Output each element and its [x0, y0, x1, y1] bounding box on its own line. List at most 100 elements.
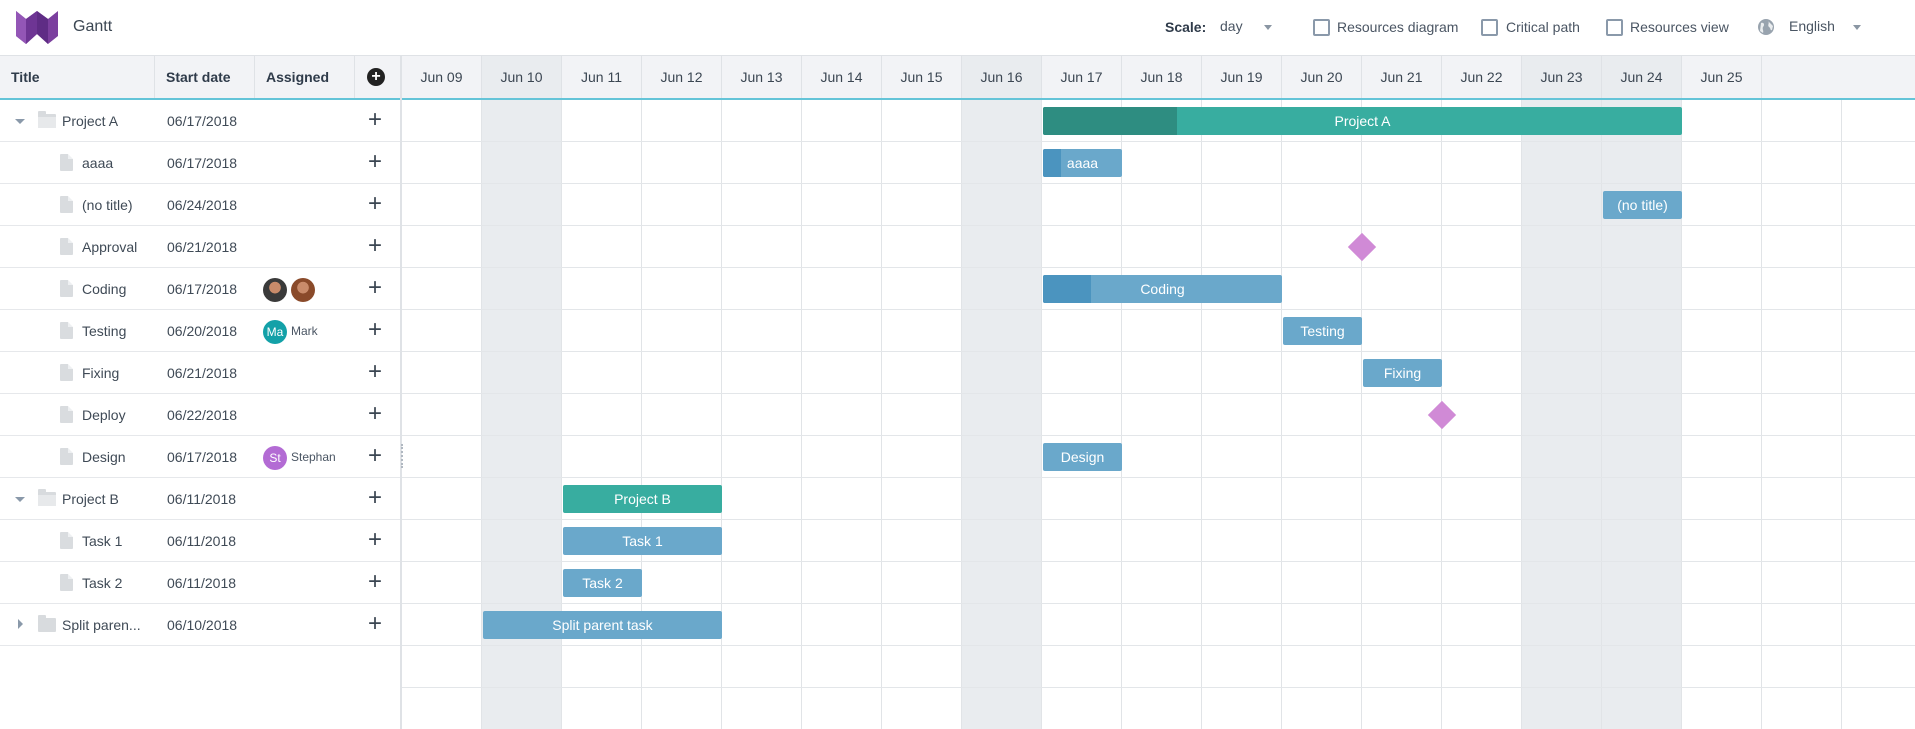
project-bar[interactable]: Project A: [1043, 107, 1682, 135]
add-subtask-icon[interactable]: +: [368, 444, 382, 468]
table-row[interactable]: (no title) 06/24/2018 +: [0, 184, 400, 226]
avatar: Ma: [263, 320, 287, 344]
task-start-date: 06/21/2018: [167, 365, 238, 381]
globe-icon: [1758, 19, 1774, 35]
row-gridline: [402, 225, 1915, 226]
row-gridline: [402, 561, 1915, 562]
add-subtask-icon[interactable]: +: [368, 486, 382, 510]
table-row[interactable]: Deploy 06/22/2018 +: [0, 394, 400, 436]
chevron-down-icon[interactable]: [1264, 25, 1272, 30]
task-bar[interactable]: Testing: [1283, 317, 1362, 345]
timeline-day-header: Jun 09: [402, 56, 482, 98]
add-subtask-icon[interactable]: +: [368, 528, 382, 552]
add-subtask-icon[interactable]: +: [368, 612, 382, 636]
timeline-column: [402, 100, 482, 729]
timeline-day-header: Jun 19: [1202, 56, 1282, 98]
file-icon: [60, 154, 73, 171]
task-start-date: 06/11/2018: [167, 575, 237, 591]
task-bar[interactable]: Fixing: [1363, 359, 1442, 387]
add-subtask-icon[interactable]: +: [368, 108, 382, 132]
task-start-date: 06/17/2018: [167, 281, 238, 297]
add-subtask-icon[interactable]: +: [368, 276, 382, 300]
column-header-start-date[interactable]: Start date: [155, 56, 255, 98]
folder-open-icon: [38, 111, 56, 128]
bar-label: Fixing: [1383, 365, 1422, 381]
table-row[interactable]: Approval 06/21/2018 +: [0, 226, 400, 268]
resources-view-label[interactable]: Resources view: [1630, 19, 1729, 35]
resources-diagram-label[interactable]: Resources diagram: [1337, 19, 1458, 35]
collapse-arrow-icon[interactable]: [15, 119, 25, 124]
resources-diagram-checkbox[interactable]: [1313, 19, 1330, 36]
task-title: Project A: [62, 113, 119, 129]
add-subtask-icon[interactable]: +: [368, 402, 382, 426]
timeline-day-header: Jun 13: [722, 56, 802, 98]
task-bar[interactable]: Task 1: [563, 527, 722, 555]
add-subtask-icon[interactable]: +: [368, 360, 382, 384]
timeline-day-header: Jun 12: [642, 56, 722, 98]
task-bar[interactable]: Task 2: [563, 569, 642, 597]
column-header-title[interactable]: Title: [0, 56, 155, 98]
timeline-day-header: Jun 18: [1122, 56, 1202, 98]
timeline-day-header: Jun 11: [562, 56, 642, 98]
expand-arrow-icon[interactable]: [18, 619, 23, 629]
timeline-column: [1522, 100, 1602, 729]
table-row[interactable]: aaaa 06/17/2018 +: [0, 142, 400, 184]
table-row[interactable]: Testing 06/20/2018 Ma Mark +: [0, 310, 400, 352]
add-subtask-icon[interactable]: +: [368, 570, 382, 594]
task-title: Design: [82, 449, 126, 465]
file-icon: [60, 238, 73, 255]
table-row[interactable]: Design 06/17/2018 St Stephan +: [0, 436, 400, 478]
task-title: Approval: [82, 239, 138, 255]
task-bar[interactable]: (no title): [1603, 191, 1682, 219]
chevron-down-icon[interactable]: [1853, 25, 1861, 30]
add-subtask-icon[interactable]: +: [368, 192, 382, 216]
table-row[interactable]: Task 1 06/11/2018 +: [0, 520, 400, 562]
task-start-date: 06/11/2018: [167, 491, 237, 507]
avatar: [291, 278, 315, 302]
task-title: Deploy: [82, 407, 126, 423]
timeline-day-header: Jun 20: [1282, 56, 1362, 98]
critical-path-checkbox[interactable]: [1481, 19, 1498, 36]
task-bar[interactable]: aaaa: [1043, 149, 1122, 177]
task-start-date: 06/20/2018: [167, 323, 238, 339]
table-row[interactable]: Task 2 06/11/2018 +: [0, 562, 400, 604]
folder-open-icon: [38, 489, 56, 506]
app-logo-icon: [16, 11, 58, 44]
timeline-column: [1042, 100, 1122, 729]
task-start-date: 06/24/2018: [167, 197, 238, 213]
table-row[interactable]: Fixing 06/21/2018 +: [0, 352, 400, 394]
bar-label: Project A: [1334, 113, 1391, 129]
add-task-icon[interactable]: +: [367, 68, 385, 86]
timeline-column: [882, 100, 962, 729]
row-gridline: [402, 309, 1915, 310]
timeline-column: [962, 100, 1042, 729]
project-bar[interactable]: Project B: [563, 485, 722, 513]
table-row[interactable]: Project B 06/11/2018 +: [0, 478, 400, 520]
row-gridline: [402, 477, 1915, 478]
scale-select[interactable]: day: [1220, 18, 1243, 34]
table-row[interactable]: Coding 06/17/2018 +: [0, 268, 400, 310]
task-bar[interactable]: Design: [1043, 443, 1122, 471]
folder-icon: [38, 615, 56, 632]
progress-fill: [1043, 275, 1091, 303]
bar-label: Split parent task: [552, 617, 653, 633]
language-select[interactable]: English: [1789, 18, 1835, 34]
avatar: St: [263, 446, 287, 470]
task-title: Fixing: [82, 365, 120, 381]
resources-view-checkbox[interactable]: [1606, 19, 1623, 36]
add-subtask-icon[interactable]: +: [368, 234, 382, 258]
table-row[interactable]: Split paren... 06/10/2018 +: [0, 604, 400, 646]
task-bar[interactable]: Split parent task: [483, 611, 722, 639]
add-subtask-icon[interactable]: +: [368, 318, 382, 342]
task-title: Testing: [82, 323, 127, 339]
collapse-arrow-icon[interactable]: [15, 497, 25, 502]
row-gridline: [402, 519, 1915, 520]
critical-path-label[interactable]: Critical path: [1506, 19, 1580, 35]
table-row[interactable]: Project A 06/17/2018 +: [0, 100, 400, 142]
file-icon: [60, 532, 73, 549]
column-header-assigned[interactable]: Assigned: [255, 56, 355, 98]
add-subtask-icon[interactable]: +: [368, 150, 382, 174]
timeline-column: [1762, 100, 1842, 729]
task-title: Project B: [62, 491, 119, 507]
task-bar[interactable]: Coding: [1043, 275, 1282, 303]
